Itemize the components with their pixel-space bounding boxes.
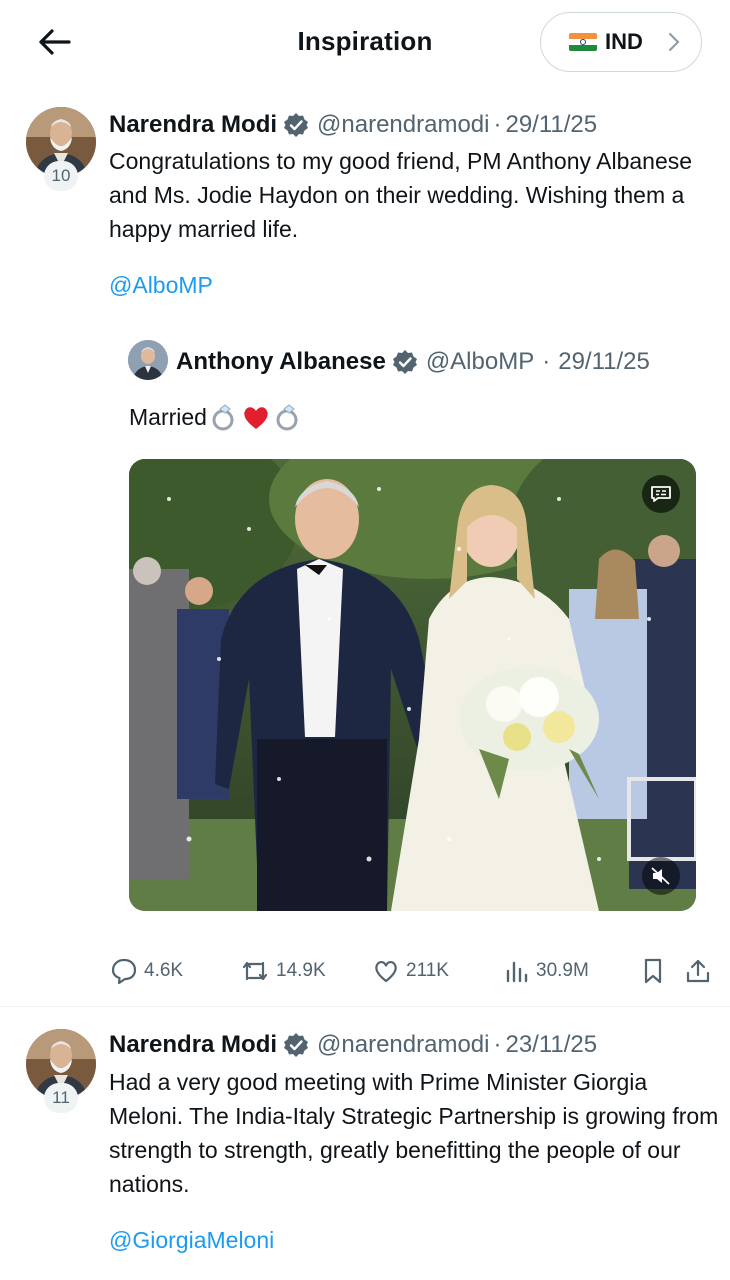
captions-icon: [651, 486, 671, 502]
author-name[interactable]: Narendra Modi: [109, 111, 277, 139]
verified-badge-icon: [284, 1033, 309, 1057]
quoted-post-text: Married: [129, 403, 207, 430]
quoted-post-date[interactable]: 29/11/25: [558, 348, 650, 376]
quoted-avatar[interactable]: [128, 340, 168, 380]
ring-icon: [212, 404, 234, 431]
quoted-post[interactable]: Anthony Albanese @AlboMP · 29/11/25 Marr…: [110, 322, 715, 942]
repost-icon: [242, 961, 268, 981]
captions-button[interactable]: [642, 475, 680, 513]
post-date[interactable]: 23/11/25: [505, 1031, 597, 1059]
mute-button[interactable]: [642, 857, 680, 895]
mute-icon: [651, 867, 670, 885]
separator-dot: ·: [542, 348, 551, 375]
share-icon: [686, 959, 710, 983]
bookmark-icon: [644, 958, 662, 984]
rank-badge: 11: [44, 1083, 78, 1113]
mention-link[interactable]: @GiorgiaMeloni: [109, 1227, 274, 1254]
heart-icon: [375, 960, 397, 983]
share-button[interactable]: [684, 954, 718, 988]
separator-dot: ·: [493, 1031, 502, 1058]
like-count: 211K: [406, 960, 449, 981]
video-frame: [129, 459, 696, 911]
bookmark-button[interactable]: [640, 954, 672, 988]
quoted-author-handle[interactable]: @AlboMP: [426, 348, 534, 376]
like-button[interactable]: 211K: [372, 954, 449, 988]
ring-icon: [276, 404, 298, 431]
verified-badge-icon: [284, 113, 309, 137]
post-text: Had a very good meeting with Prime Minis…: [109, 1069, 719, 1197]
post[interactable]: 10 Narendra Modi @narendramodi · 29/11/2…: [0, 0, 730, 1006]
author-handle[interactable]: @narendramodi: [317, 111, 489, 139]
views-icon: [506, 961, 528, 983]
quoted-post-text-row: Married: [129, 402, 303, 432]
post-date[interactable]: 29/11/25: [505, 111, 597, 139]
post-header: Narendra Modi @narendramodi · 23/11/25: [109, 1030, 597, 1060]
author-name[interactable]: Narendra Modi: [109, 1031, 277, 1059]
verified-badge-icon: [392, 350, 417, 374]
views-count: 30.9M: [536, 960, 589, 981]
separator-dot: ·: [493, 111, 502, 138]
views-button[interactable]: 30.9M: [504, 954, 589, 988]
wedding-video[interactable]: [129, 459, 696, 911]
post-text: Congratulations to my good friend, PM An…: [109, 148, 693, 242]
reply-count: 4.6K: [144, 960, 184, 981]
repost-count: 14.9K: [276, 960, 326, 981]
rank-badge: 10: [44, 161, 78, 191]
red-heart-icon: [244, 407, 268, 429]
quoted-author-name[interactable]: Anthony Albanese: [176, 348, 386, 376]
repost-button[interactable]: 14.9K: [240, 954, 326, 988]
quoted-post-header: Anthony Albanese @AlboMP · 29/11/25: [176, 348, 650, 376]
post-header: Narendra Modi @narendramodi · 29/11/25: [109, 110, 597, 140]
post-action-bar: 4.6K 14.9K 211K 30.9M: [0, 944, 730, 998]
mention-link[interactable]: @AlboMP: [109, 272, 213, 299]
post[interactable]: 11 Narendra Modi @narendramodi · 23/11/2…: [0, 1007, 730, 1280]
reply-button[interactable]: 4.6K: [110, 954, 183, 988]
author-handle[interactable]: @narendramodi: [317, 1031, 489, 1059]
comment-icon: [111, 958, 137, 985]
